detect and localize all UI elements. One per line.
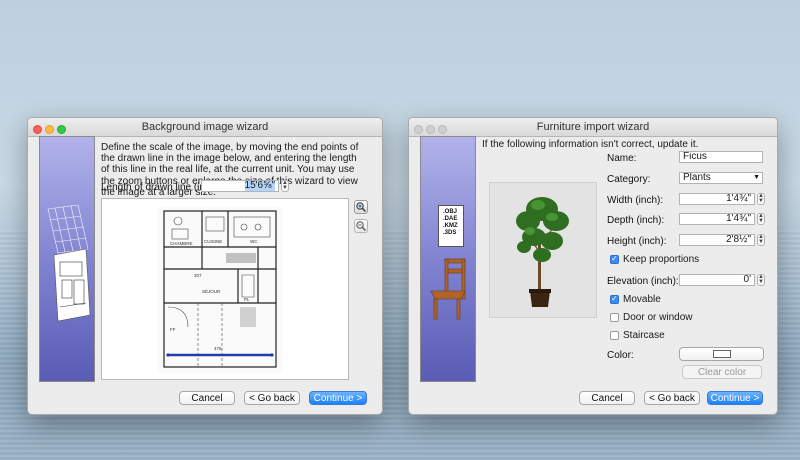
door-or-window-checkbox[interactable] [610,313,619,322]
length-field[interactable]: 15'6⅝" [201,180,279,192]
door-or-window-label: Door or window [623,312,693,323]
furniture-import-wizard-window: Furniture import wizard .OBJ .DAE .KMZ .… [408,117,778,415]
chevron-down-icon: ▼ [753,174,760,181]
plan-label-wc: WC [250,239,258,244]
model-preview[interactable] [489,182,597,318]
window-titlebar[interactable]: Background image wizard [28,118,382,137]
plan-label-pl: PL [244,297,250,302]
zoom-window-icon[interactable] [57,125,66,134]
color-button[interactable] [679,347,764,361]
floor-plan-grid-icon [47,204,91,322]
close-window-icon[interactable] [33,125,42,134]
color-swatch [712,350,731,359]
wizard-side-panel: .OBJ .DAE .KMZ .3DS [420,136,476,382]
zoom-out-icon [356,221,366,231]
plan-label-cuisine: CUISINE [204,239,222,244]
plan-label-ff: FF [170,327,176,332]
file-type-obj: .OBJ [443,209,458,215]
file-type-dae: .DAE [443,216,458,222]
depth-label: Depth (inch): [607,215,665,226]
length-stepper[interactable]: ▲ ▼ [281,180,289,192]
plan-label-dimension: 307 [194,273,202,278]
window-title: Background image wizard [141,121,269,133]
image-panel: CHAMBRE CUISINE SÉJOUR WC PL FF 307 476 [101,198,349,380]
name-input[interactable]: Ficus [679,151,763,163]
category-value: Plants [683,172,711,183]
go-back-button[interactable]: < Go back [244,391,300,405]
chair-icon [430,258,466,320]
height-input[interactable]: 2'8½" [679,234,755,246]
width-input[interactable]: 1'4¾" [679,193,755,205]
background-image-wizard-window: Background image wizard Define the scale… [27,117,383,415]
width-stepper[interactable]: ▲ ▼ [757,193,765,205]
staircase-checkbox[interactable] [610,331,619,340]
zoom-out-button[interactable] [354,219,368,233]
minimize-window-icon[interactable] [426,125,435,134]
keep-proportions-label: Keep proportions [623,254,700,265]
clear-color-button[interactable]: Clear color [682,365,762,379]
zoom-in-icon [356,202,366,212]
movable-checkbox[interactable] [610,294,619,304]
length-value: 15'6⅝" [244,180,275,191]
zoom-in-button[interactable] [354,200,368,214]
elevation-stepper[interactable]: ▲ ▼ [757,274,765,286]
elevation-input[interactable]: 0' [679,274,755,286]
cancel-button[interactable]: Cancel [579,391,635,405]
info-text: If the following information isn't corre… [482,139,699,150]
file-type-3ds: .3DS [443,230,457,236]
elevation-label: Elevation (inch): [607,276,679,287]
scale-line-start-handle[interactable] [166,353,170,357]
close-window-icon[interactable] [414,125,423,134]
name-label: Name: [607,153,637,164]
keep-proportions-checkbox[interactable] [610,254,619,264]
ficus-plant-icon [516,197,569,307]
window-titlebar[interactable]: Furniture import wizard [409,118,777,137]
scale-line-end-handle[interactable] [270,353,274,357]
staircase-label: Staircase [623,330,665,341]
window-title: Furniture import wizard [536,121,650,133]
depth-stepper[interactable]: ▲ ▼ [757,213,765,225]
category-select[interactable]: Plants ▼ [679,172,763,184]
plan-label-length: 476 [214,346,222,351]
plan-label-chambre: CHAMBRE [170,241,193,246]
wizard-side-panel [39,136,95,382]
file-document-icon: .OBJ .DAE .KMZ .3DS [438,205,464,247]
color-label: Color: [607,350,634,361]
depth-input[interactable]: 1'4¾" [679,213,755,225]
continue-button[interactable]: Continue > [309,391,367,405]
cancel-button[interactable]: Cancel [179,391,235,405]
category-label: Category: [607,174,651,185]
plan-label-sejour: SÉJOUR [202,288,221,294]
movable-label: Movable [623,294,661,305]
continue-button[interactable]: Continue > [707,391,763,405]
go-back-button[interactable]: < Go back [644,391,700,405]
file-type-kmz: .KMZ [443,223,458,229]
height-stepper[interactable]: ▲ ▼ [757,234,765,246]
floor-plan-image[interactable]: CHAMBRE CUISINE SÉJOUR WC PL FF 307 476 [158,207,282,373]
width-label: Width (inch): [607,195,664,206]
minimize-window-icon[interactable] [45,125,54,134]
height-label: Height (inch): [607,236,667,247]
zoom-window-icon[interactable] [438,125,447,134]
